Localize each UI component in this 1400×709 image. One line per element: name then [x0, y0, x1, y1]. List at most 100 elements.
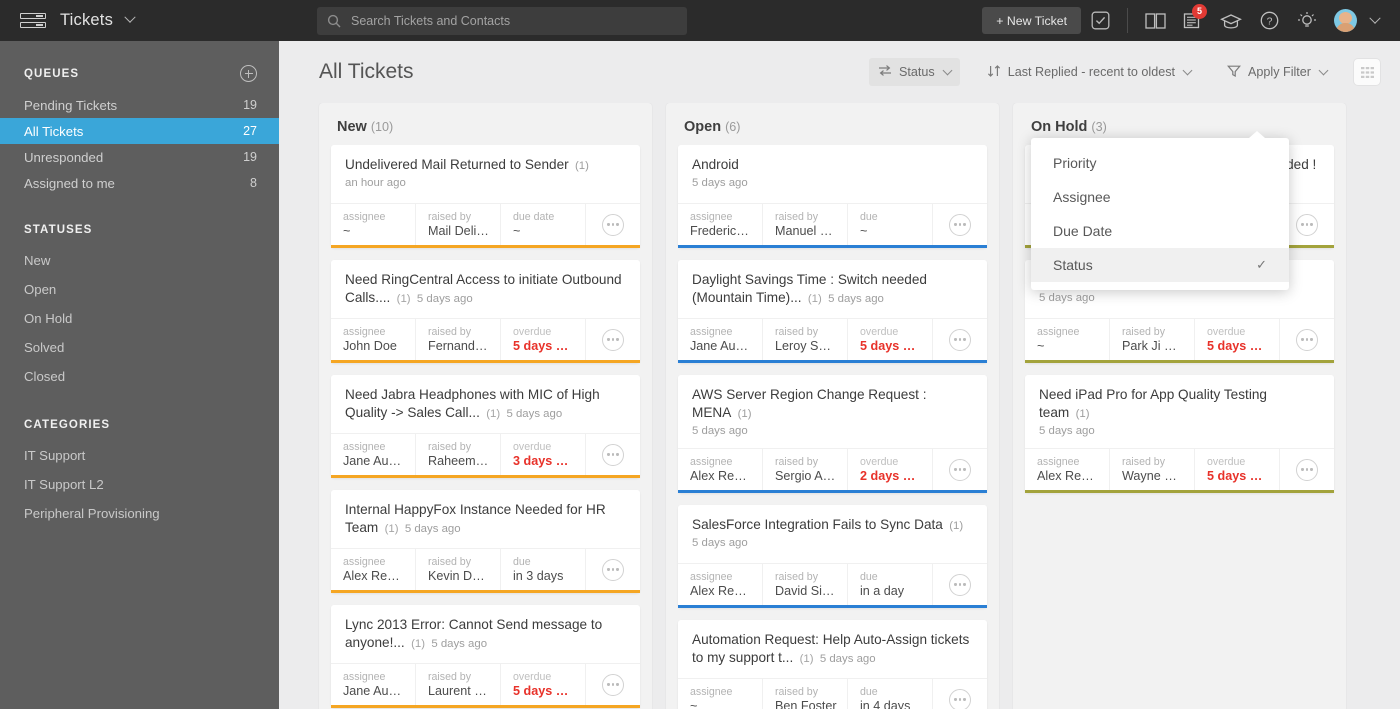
- sidebar-category-it-support[interactable]: IT Support: [0, 441, 279, 470]
- ticket-meta-inline: (1) 5 days ago: [378, 523, 461, 535]
- ticket-more-actions[interactable]: [933, 319, 987, 360]
- ticket-more-actions[interactable]: [933, 204, 987, 245]
- ticket-raised-by: raised byManuel Fer…: [763, 204, 848, 245]
- column-cards: Undelivered Mail Returned to Sender (1) a…: [319, 145, 652, 709]
- ticket-card[interactable]: Need RingCentral Access to initiate Outb…: [331, 260, 640, 363]
- check-circle-icon[interactable]: [1081, 0, 1119, 41]
- ticket-more-actions[interactable]: [586, 434, 640, 475]
- sidebar-category-peripheral-provisioning[interactable]: Peripheral Provisioning: [0, 499, 279, 528]
- ticket-card[interactable]: Automation Request: Help Auto-Assign tic…: [678, 620, 987, 709]
- ticket-more-actions[interactable]: [586, 204, 640, 245]
- column-name: On Hold: [1031, 119, 1088, 135]
- ticket-raised-by-label: raised by: [1122, 326, 1165, 338]
- ticket-card[interactable]: SalesForce Integration Fails to Sync Dat…: [678, 505, 987, 608]
- ticket-card[interactable]: Need iPad Pro for App Quality Testing te…: [1025, 375, 1334, 493]
- ticket-more-actions[interactable]: [933, 449, 987, 490]
- search-box[interactable]: [317, 6, 687, 35]
- ticket-reply-count: (1): [486, 408, 501, 420]
- sidebar-item-assigned-to-me[interactable]: Assigned to me 8: [0, 170, 279, 196]
- ticket-card-footer: assigneeAlex Rennieraised byWayne Roo…ov…: [1025, 448, 1334, 493]
- ticket-more-actions[interactable]: [586, 664, 640, 705]
- dropdown-item-label: Priority: [1053, 155, 1097, 171]
- ticket-more-actions[interactable]: [933, 564, 987, 605]
- ticket-card-footer: assigneeJohn Doeraised byFernandin…overd…: [331, 318, 640, 363]
- ticket-card[interactable]: AWS Server Region Change Request : MENA …: [678, 375, 987, 493]
- ticket-reply-count: (1): [942, 520, 964, 532]
- categories-heading-label: CATEGORIES: [24, 419, 111, 431]
- dropdown-item-due-date[interactable]: Due Date: [1031, 214, 1289, 248]
- ticket-timestamp: 5 days ago: [692, 425, 748, 437]
- ticket-assignee-value: ~: [1037, 339, 1045, 353]
- ticket-more-actions[interactable]: [1280, 319, 1334, 360]
- ticket-more-actions[interactable]: [586, 319, 640, 360]
- avatar[interactable]: [1326, 0, 1364, 41]
- ticket-due: overdue 5 days ago: [1195, 449, 1280, 490]
- ticket-reply-count: (1): [1069, 408, 1090, 420]
- dropdown-item-priority[interactable]: Priority: [1031, 146, 1289, 180]
- account-chevron-down-icon[interactable]: [1364, 0, 1386, 41]
- ellipsis-icon: [949, 573, 971, 596]
- dropdown-item-label: Due Date: [1053, 223, 1113, 239]
- sidebar-item-unresponded[interactable]: Unresponded 19: [0, 144, 279, 170]
- ticket-card[interactable]: Internal HappyFox Instance Needed for HR…: [331, 490, 640, 593]
- ticket-raised-by-value: Manuel Fer…: [775, 224, 837, 238]
- ticket-due-label: due: [860, 211, 878, 223]
- ticket-more-actions[interactable]: [933, 679, 987, 709]
- help-circle-icon[interactable]: ?: [1250, 0, 1288, 41]
- ticket-card[interactable]: Need Jabra Headphones with MIC of High Q…: [331, 375, 640, 478]
- ticket-timestamp: 5 days ago: [424, 638, 488, 650]
- plus-circle-icon[interactable]: [240, 65, 257, 82]
- sidebar-item-all-tickets[interactable]: All Tickets 27: [0, 118, 279, 144]
- ellipsis-icon: [949, 458, 971, 481]
- sidebar-status-new[interactable]: New: [0, 246, 279, 275]
- ticket-card[interactable]: Android5 days agoassigneeFrederick J…rai…: [678, 145, 987, 248]
- ellipsis-icon: [602, 328, 624, 351]
- ticket-timestamp: 5 days ago: [1039, 425, 1095, 437]
- sidebar-status-solved[interactable]: Solved: [0, 333, 279, 362]
- dropdown-item-assignee[interactable]: Assignee: [1031, 180, 1289, 214]
- sidebar-status-open[interactable]: Open: [0, 275, 279, 304]
- sidebar-item-pending-tickets[interactable]: Pending Tickets 19: [0, 92, 279, 118]
- ticket-timestamp: 5 days ago: [398, 523, 461, 535]
- book-icon[interactable]: [1136, 0, 1174, 41]
- sidebar-category-it-support-l2[interactable]: IT Support L2: [0, 470, 279, 499]
- ticket-raised-by-label: raised by: [428, 556, 471, 568]
- board-column-open: Open (6) Android 5 days ago assignee Frederic…: [666, 103, 999, 709]
- ticket-due-value: 5 days ago: [513, 339, 575, 353]
- ticket-assignee-label: assignee: [690, 211, 733, 223]
- ticket-due-value: 2 days ago: [860, 469, 922, 483]
- grid-view-icon[interactable]: [1354, 59, 1380, 85]
- news-icon[interactable]: 5: [1174, 0, 1212, 41]
- ticket-due-value: 5 days ago: [1207, 339, 1269, 353]
- graduation-cap-icon[interactable]: [1212, 0, 1250, 41]
- search-input[interactable]: [351, 13, 677, 28]
- ticket-raised-by-value: Mail Delive…: [428, 224, 490, 238]
- ticket-reply-count: (1): [411, 638, 425, 650]
- column-header: New (10): [319, 103, 652, 145]
- ticket-raised-by: raised byFernandin…: [416, 319, 501, 360]
- ticket-more-actions[interactable]: [1280, 449, 1334, 490]
- sort-by-button[interactable]: Last Replied - recent to oldest: [978, 58, 1200, 87]
- dropdown-item-status[interactable]: Status ✓: [1031, 248, 1289, 282]
- sidebar-status-on-hold[interactable]: On Hold: [0, 304, 279, 333]
- ticket-due: overdue 5 days ago: [1195, 319, 1280, 360]
- ticket-raised-by: raised byRaheem St…: [416, 434, 501, 475]
- ticket-card[interactable]: Undelivered Mail Returned to Sender (1) a…: [331, 145, 640, 248]
- funnel-icon: [1227, 64, 1241, 81]
- app-title[interactable]: Tickets: [60, 11, 136, 30]
- apply-filter-button[interactable]: Apply Filter: [1218, 58, 1336, 87]
- ticket-more-actions[interactable]: [586, 549, 640, 590]
- ticket-raised-by: raised by Leroy Sane: [763, 319, 848, 360]
- lightbulb-icon[interactable]: [1288, 0, 1326, 41]
- hamburger-icon[interactable]: [20, 11, 46, 31]
- ticket-card-header: Daylight Savings Time : Switch needed (M…: [678, 260, 987, 318]
- sidebar-categories-list: IT Support IT Support L2 Peripheral Prov…: [0, 441, 279, 528]
- group-by-status-button[interactable]: Status: [868, 58, 960, 86]
- new-ticket-button[interactable]: + New Ticket: [982, 7, 1081, 34]
- sidebar-status-closed[interactable]: Closed: [0, 362, 279, 391]
- ticket-card[interactable]: Lync 2013 Error: Cannot Send message to …: [331, 605, 640, 708]
- ticket-raised-by-label: raised by: [428, 441, 471, 453]
- ticket-card[interactable]: Daylight Savings Time : Switch needed (M…: [678, 260, 987, 363]
- ticket-due: overdue 5 days ago: [501, 664, 586, 705]
- ticket-assignee-label: assignee: [690, 571, 733, 583]
